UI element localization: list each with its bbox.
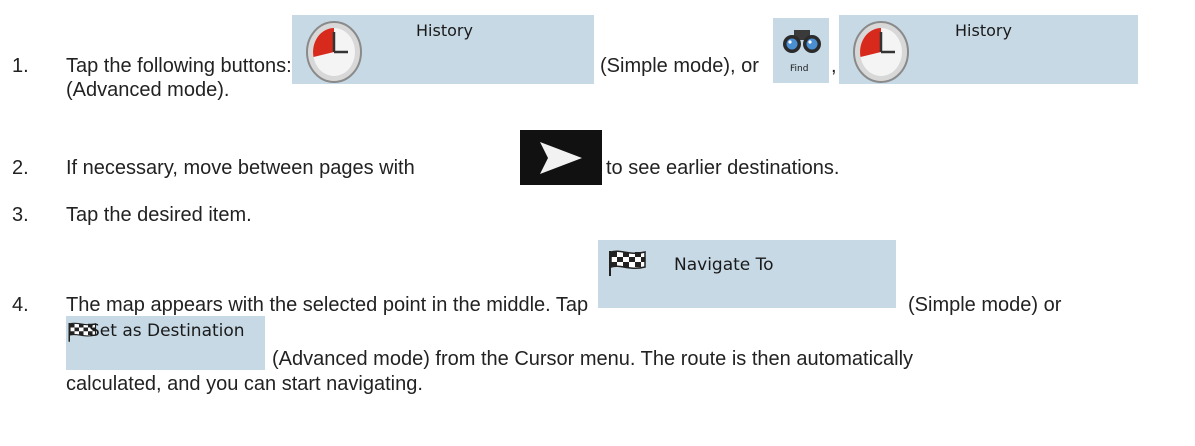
find-button-label: Find bbox=[790, 64, 809, 74]
checkered-flag-icon bbox=[607, 249, 647, 277]
step-number-4: 4. bbox=[12, 294, 29, 316]
history-button-simple[interactable]: History bbox=[292, 15, 594, 84]
next-page-button[interactable] bbox=[520, 130, 602, 185]
step-number-1: 1. bbox=[12, 55, 29, 77]
navigate-to-label: Navigate To bbox=[674, 255, 774, 275]
step-1-text: Tap the following buttons: bbox=[66, 55, 292, 77]
step-number-2: 2. bbox=[12, 157, 29, 179]
step-1-comma: , bbox=[831, 55, 837, 77]
history-button-label: History bbox=[416, 21, 473, 40]
step-4-advanced-mode-text: (Advanced mode) from the Cursor menu. Th… bbox=[272, 348, 914, 370]
clock-icon bbox=[306, 21, 362, 83]
history-button-label: History bbox=[955, 21, 1012, 40]
arrow-right-icon bbox=[538, 136, 584, 180]
clock-icon bbox=[853, 21, 909, 83]
step-number-3: 3. bbox=[12, 204, 29, 226]
step-4-text: The map appears with the selected point … bbox=[66, 294, 589, 316]
step-1-advanced-mode-text: (Advanced mode). bbox=[66, 79, 230, 101]
binoculars-icon bbox=[782, 24, 822, 58]
step-1-simple-mode-text: (Simple mode), or bbox=[600, 55, 759, 77]
step-2-trailing-text: to see earlier destinations. bbox=[606, 157, 840, 179]
step-4-simple-mode-text: (Simple mode) or bbox=[908, 294, 1062, 316]
find-button[interactable]: Find bbox=[773, 18, 829, 83]
step-2-text: If necessary, move between pages with bbox=[66, 157, 415, 179]
step-4-continuation-text: calculated, and you can start navigating… bbox=[66, 373, 423, 395]
set-as-destination-label: Set as Destination bbox=[89, 321, 245, 341]
set-as-destination-button[interactable]: Set as Destination bbox=[66, 316, 265, 370]
history-button-advanced[interactable]: History bbox=[839, 15, 1138, 84]
navigate-to-button[interactable]: Navigate To bbox=[598, 240, 896, 308]
step-3-text: Tap the desired item. bbox=[66, 204, 252, 226]
